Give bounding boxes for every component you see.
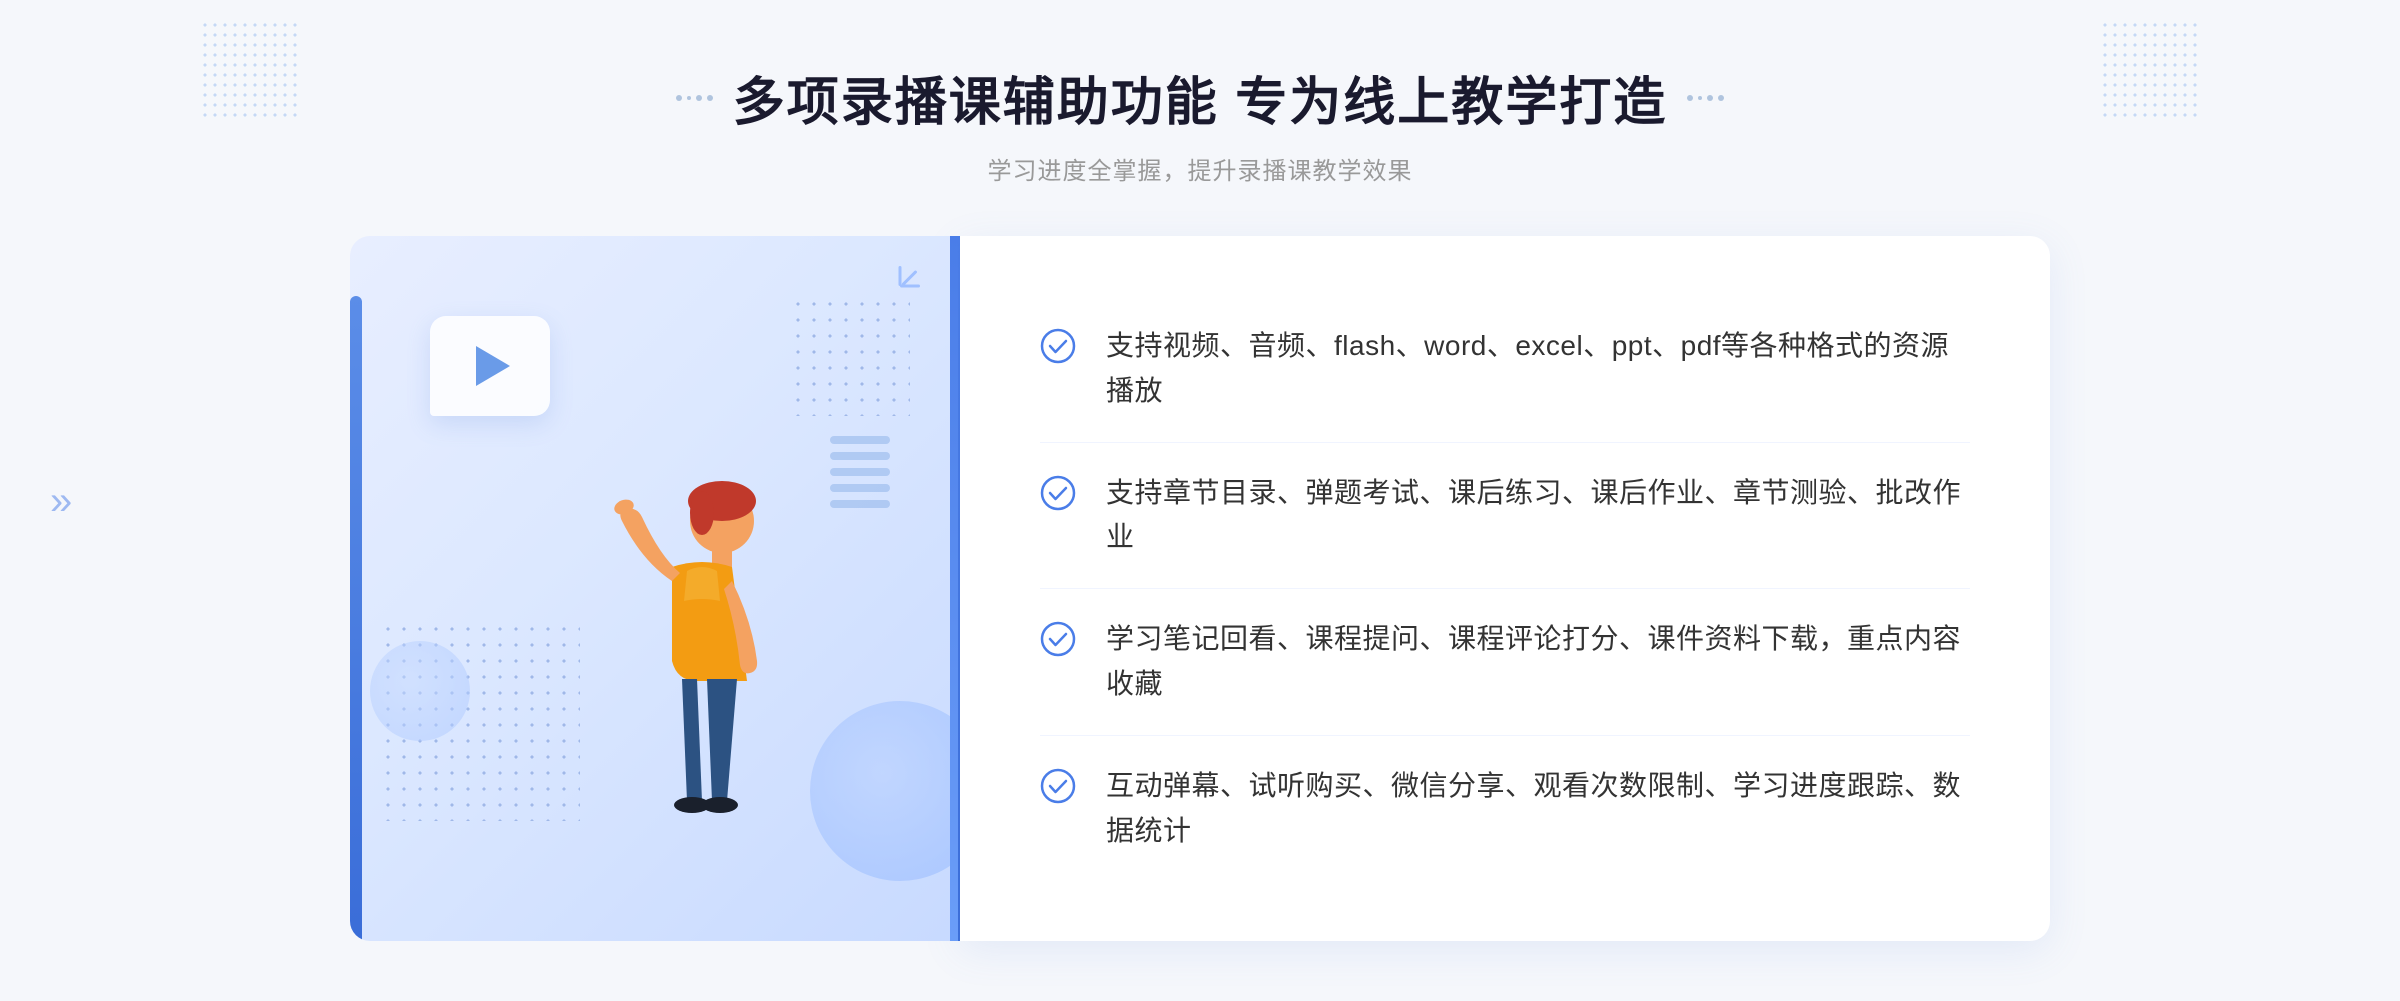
stripe-1 <box>830 436 890 444</box>
illustration-area <box>350 236 950 941</box>
page-container: » 多项录播课辅助功能 专为线上教学打造 学习进度全掌握，提升录播课教学效果 <box>0 0 2400 1001</box>
feature-item-4: 互动弹幕、试听购买、微信分享、观看次数限制、学习进度跟踪、数据统计 <box>1040 736 1970 882</box>
stripe-decoration <box>830 436 890 556</box>
feature-item-3: 学习笔记回看、课程提问、课程评论打分、课件资料下载，重点内容收藏 <box>1040 589 1970 736</box>
features-panel: 支持视频、音频、flash、word、excel、ppt、pdf等各种格式的资源… <box>960 236 2050 941</box>
subtitle: 学习进度全掌握，提升录播课教学效果 <box>676 151 1724 186</box>
play-icon <box>476 346 510 386</box>
dot-7 <box>1707 95 1713 101</box>
stripe-4 <box>830 484 890 492</box>
illus-dots-top-right <box>790 296 910 416</box>
feature-item-1: 支持视频、音频、flash、word、excel、ppt、pdf等各种格式的资源… <box>1040 296 1970 443</box>
dot-1 <box>676 95 682 101</box>
title-deco-right <box>1687 95 1724 101</box>
play-bubble <box>430 316 550 416</box>
dot-8 <box>1718 95 1724 101</box>
stripe-3 <box>830 468 890 476</box>
header-section: 多项录播课辅助功能 专为线上教学打造 学习进度全掌握，提升录播课教学效果 <box>676 60 1724 186</box>
dot-2 <box>687 96 691 100</box>
dot-4 <box>707 95 713 101</box>
title-deco-left <box>676 95 713 101</box>
decorative-dots-top-left <box>200 20 300 120</box>
dot-5 <box>1687 95 1693 101</box>
page-chevrons-left: » <box>50 481 72 521</box>
title-row: 多项录播课辅助功能 专为线上教学打造 <box>676 60 1724 135</box>
stripe-2 <box>830 452 890 460</box>
dot-6 <box>1698 96 1702 100</box>
beam-3 <box>900 285 920 288</box>
check-icon-1 <box>1040 328 1076 364</box>
feature-text-1: 支持视频、音频、flash、word、excel、ppt、pdf等各种格式的资源… <box>1106 324 1970 414</box>
blue-vertical-bar <box>350 296 362 941</box>
stripe-5 <box>830 500 890 508</box>
decorative-dots-top-right <box>2100 20 2200 120</box>
feature-text-3: 学习笔记回看、课程提问、课程评论打分、课件资料下载，重点内容收藏 <box>1106 617 1970 707</box>
content-section: 支持视频、音频、flash、word、excel、ppt、pdf等各种格式的资源… <box>350 236 2050 941</box>
check-icon-4 <box>1040 768 1076 804</box>
light-beams <box>880 266 920 306</box>
check-icon-2 <box>1040 475 1076 511</box>
person-figure <box>572 461 832 941</box>
feature-text-2: 支持章节目录、弹题考试、课后练习、课后作业、章节测验、批改作业 <box>1106 471 1970 561</box>
dot-3 <box>696 95 702 101</box>
feature-text-4: 互动弹幕、试听购买、微信分享、观看次数限制、学习进度跟踪、数据统计 <box>1106 764 1970 854</box>
check-icon-3 <box>1040 621 1076 657</box>
chevron-icon-left: » <box>50 481 72 521</box>
circle-deco-small <box>370 641 470 741</box>
feature-item-2: 支持章节目录、弹题考试、课后练习、课后作业、章节测验、批改作业 <box>1040 443 1970 590</box>
main-title: 多项录播课辅助功能 专为线上教学打造 <box>733 60 1667 135</box>
